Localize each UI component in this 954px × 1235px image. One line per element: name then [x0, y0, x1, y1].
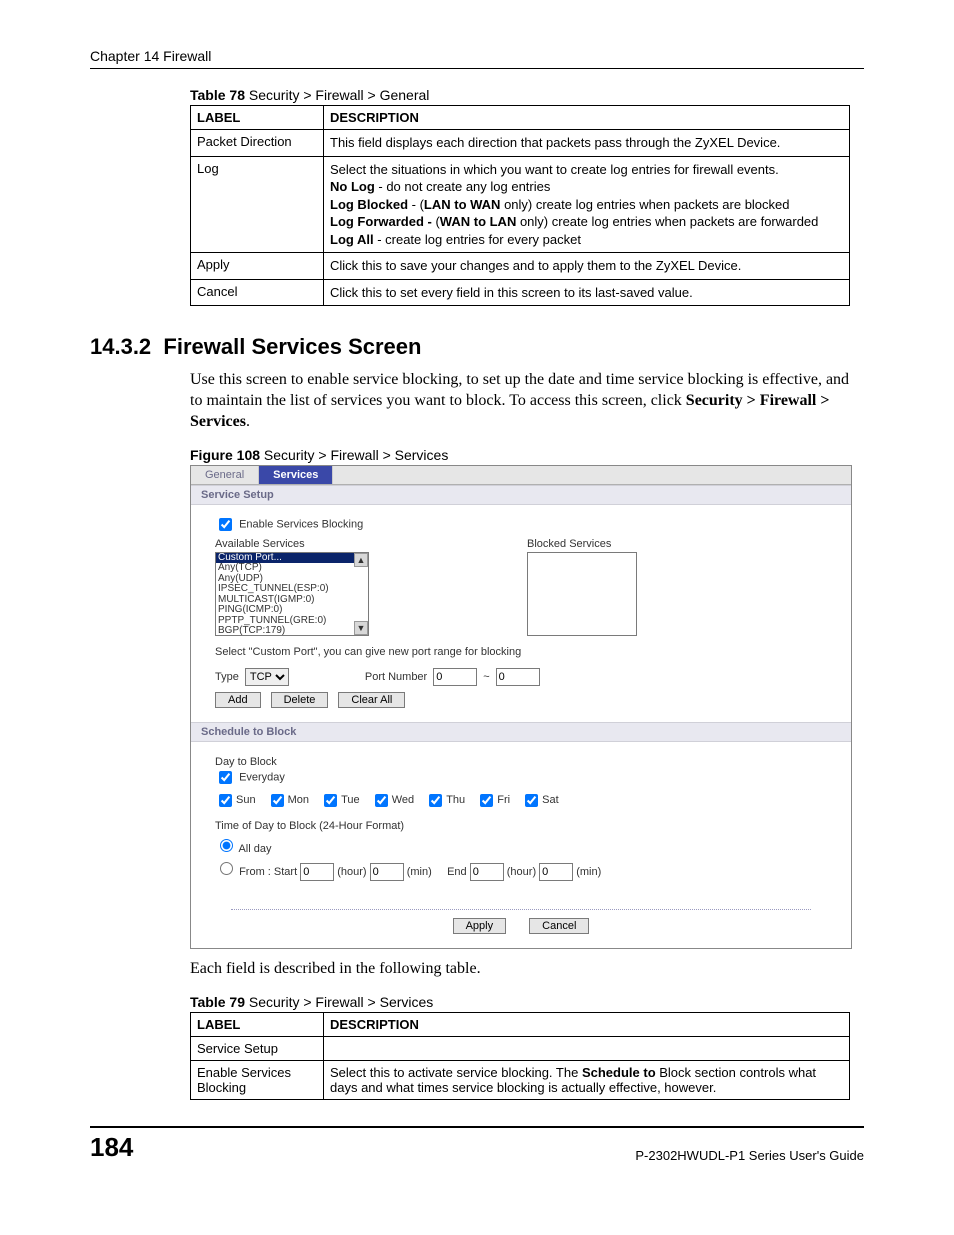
type-label: Type [215, 671, 239, 683]
type-select[interactable]: TCP [245, 668, 289, 686]
days-row: Sun Mon Tue Wed Thu Fri Sat [215, 791, 827, 810]
section-heading: 14.3.2 Firewall Services Screen [90, 334, 864, 360]
scroll-down-icon[interactable]: ▼ [354, 621, 368, 635]
end-hour-input[interactable] [470, 863, 504, 881]
available-services-listbox[interactable]: ▲ Custom Port... Any(TCP) Any(UDP) IPSEC… [215, 552, 369, 636]
table78-caption: Table 78 Security > Firewall > General [190, 87, 864, 103]
t78-r2-label: Apply [191, 253, 324, 280]
table78-caption-prefix: Table 78 [190, 87, 245, 103]
hour-label-1: (hour) [337, 866, 366, 878]
from-radio[interactable] [220, 862, 233, 875]
t78-r1-label: Log [191, 156, 324, 253]
all-day-radio[interactable] [220, 839, 233, 852]
port-from-input[interactable] [433, 668, 477, 686]
tab-general[interactable]: General [191, 466, 259, 484]
apply-button[interactable]: Apply [453, 918, 507, 934]
guide-title: P-2302HWUDL-P1 Series User's Guide [635, 1148, 864, 1163]
figure108: General Services Service Setup Enable Se… [190, 465, 852, 949]
tabs: General Services [191, 466, 851, 485]
day-to-block-label: Day to Block [215, 756, 827, 768]
cancel-button[interactable]: Cancel [529, 918, 589, 934]
table-row: Enable Services Blocking Select this to … [191, 1060, 850, 1099]
day-sun-checkbox[interactable] [219, 794, 232, 807]
time-of-day-header: Time of Day to Block (24-Hour Format) [215, 820, 827, 832]
port-number-label: Port Number [365, 671, 427, 683]
t79-r0-label: Service Setup [191, 1036, 324, 1060]
table-row: Packet Direction This field displays eac… [191, 130, 850, 157]
min-label-1: (min) [407, 866, 432, 878]
clear-all-button[interactable]: Clear All [338, 692, 405, 708]
day-sat-checkbox[interactable] [525, 794, 538, 807]
available-services-label: Available Services [215, 538, 369, 550]
t78-r0-label: Packet Direction [191, 130, 324, 157]
t78-r0-desc: This field displays each direction that … [324, 130, 850, 157]
enable-services-blocking-label: Enable Services Blocking [239, 518, 363, 530]
day-thu-checkbox[interactable] [429, 794, 442, 807]
t79-r0-desc [324, 1036, 850, 1060]
footer: 184 P-2302HWUDL-P1 Series User's Guide [90, 1132, 864, 1163]
after-figure-text: Each field is described in the following… [190, 959, 850, 980]
header-rule [90, 68, 864, 69]
table-row: Log Select the situations in which you w… [191, 156, 850, 253]
table79-header-desc: DESCRIPTION [324, 1012, 850, 1036]
table78: LABEL DESCRIPTION Packet Direction This … [190, 105, 850, 306]
end-min-input[interactable] [539, 863, 573, 881]
day-tue-checkbox[interactable] [324, 794, 337, 807]
start-min-input[interactable] [370, 863, 404, 881]
start-hour-input[interactable] [300, 863, 334, 881]
service-setup-header: Service Setup [191, 485, 851, 505]
t78-r2-desc: Click this to save your changes and to a… [324, 253, 850, 280]
t79-r1-desc: Select this to activate service blocking… [324, 1060, 850, 1099]
port-to-input[interactable] [496, 668, 540, 686]
end-label: End [447, 866, 467, 878]
everyday-checkbox[interactable] [219, 771, 232, 784]
list-item[interactable]: BGP(TCP:179) [216, 626, 368, 636]
enable-row: Enable Services Blocking [215, 515, 827, 534]
running-head: Chapter 14 Firewall [90, 48, 864, 64]
hour-label-2: (hour) [507, 866, 536, 878]
t78-r3-desc: Click this to set every field in this sc… [324, 279, 850, 306]
table78-header-desc: DESCRIPTION [324, 106, 850, 130]
enable-services-blocking-checkbox[interactable] [219, 518, 232, 531]
table79-header-label: LABEL [191, 1012, 324, 1036]
tab-services[interactable]: Services [259, 466, 333, 484]
everyday-label: Everyday [239, 771, 285, 783]
table-row: Service Setup [191, 1036, 850, 1060]
delete-button[interactable]: Delete [271, 692, 329, 708]
table-row: Apply Click this to save your changes an… [191, 253, 850, 280]
all-day-label: All day [238, 843, 271, 855]
table79: LABEL DESCRIPTION Service Setup Enable S… [190, 1012, 850, 1100]
blocked-services-listbox[interactable] [527, 552, 637, 636]
min-label-2: (min) [576, 866, 601, 878]
t78-r1-desc: Select the situations in which you want … [324, 156, 850, 253]
table79-caption: Table 79 Security > Firewall > Services [190, 994, 864, 1010]
schedule-header: Schedule to Block [191, 722, 851, 742]
t78-r3-label: Cancel [191, 279, 324, 306]
page-number: 184 [90, 1132, 133, 1163]
t79-r1-label: Enable Services Blocking [191, 1060, 324, 1099]
port-tilde: ~ [483, 671, 489, 683]
day-fri-checkbox[interactable] [480, 794, 493, 807]
from-label: From : Start [239, 866, 297, 878]
custom-port-hint: Select "Custom Port", you can give new p… [215, 646, 827, 658]
scroll-up-icon[interactable]: ▲ [354, 553, 368, 567]
table78-caption-text: Security > Firewall > General [245, 87, 429, 103]
table-row: Cancel Click this to set every field in … [191, 279, 850, 306]
table78-header-label: LABEL [191, 106, 324, 130]
section-paragraph: Use this screen to enable service blocki… [190, 370, 850, 432]
day-mon-checkbox[interactable] [271, 794, 284, 807]
day-wed-checkbox[interactable] [375, 794, 388, 807]
figure108-caption: Figure 108 Security > Firewall > Service… [190, 447, 864, 463]
footer-rule [90, 1126, 864, 1128]
blocked-services-label: Blocked Services [527, 538, 637, 550]
dotted-separator [231, 909, 811, 910]
add-button[interactable]: Add [215, 692, 261, 708]
